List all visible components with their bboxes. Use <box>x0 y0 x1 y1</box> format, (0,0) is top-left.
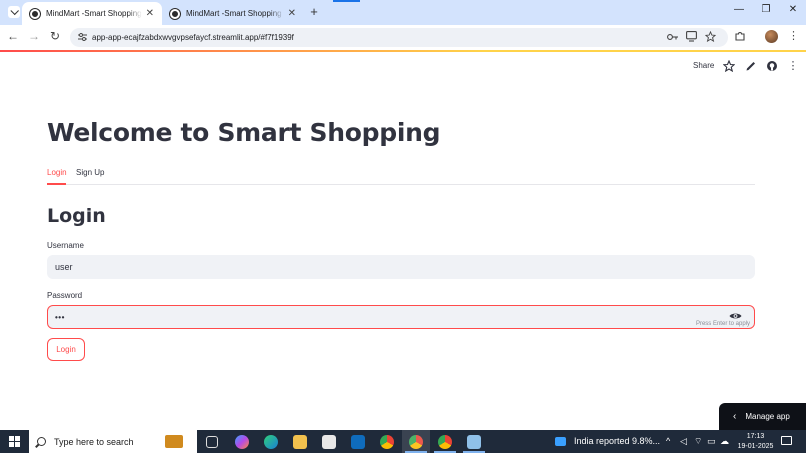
tab-close-icon[interactable]: ✕ <box>288 8 296 19</box>
extensions-icon[interactable] <box>734 30 746 42</box>
username-label: Username <box>47 241 84 250</box>
tab-title: MindMart -Smart Shopping - St <box>46 9 142 18</box>
task-view-icon[interactable] <box>206 436 218 448</box>
news-widget[interactable]: India reported 9.8%... <box>555 436 660 446</box>
browser-menu-icon[interactable]: ⋮ <box>788 29 799 42</box>
tab-sign-up[interactable]: Sign Up <box>76 167 104 185</box>
install-app-icon[interactable] <box>686 31 697 42</box>
edit-icon[interactable] <box>745 60 757 72</box>
system-clock[interactable]: 17:13 19-01-2025 <box>733 432 778 452</box>
manage-app-button[interactable]: ‹ Manage app <box>719 403 806 430</box>
work-briefcase-icon[interactable] <box>165 435 183 448</box>
share-button[interactable]: Share <box>693 61 714 70</box>
active-tab-underline <box>47 183 66 185</box>
news-headline: India reported 9.8%... <box>574 436 661 446</box>
username-input[interactable]: user <box>47 255 755 279</box>
manage-app-label: Manage app <box>745 412 790 421</box>
notepad-icon[interactable] <box>467 435 481 449</box>
login-button[interactable]: Login <box>47 338 85 361</box>
tab-title: MindMart -Smart Shopping - St <box>186 9 284 18</box>
clock-date: 19-01-2025 <box>737 443 774 450</box>
tab-strip-indicator <box>333 0 360 2</box>
browser-tab-active[interactable]: MindMart -Smart Shopping - St ✕ <box>22 2 162 25</box>
browser-tab-strip: MindMart -Smart Shopping - St ✕ MindMart… <box>0 0 806 25</box>
news-icon <box>555 436 566 446</box>
chevron-left-icon: ‹ <box>733 411 737 422</box>
password-input[interactable]: ••• Press Enter to apply <box>47 305 755 329</box>
auth-tabs: Login Sign Up <box>47 167 755 185</box>
reload-button[interactable]: ↻ <box>47 29 63 43</box>
minimize-button[interactable]: — <box>725 4 753 15</box>
tab-close-icon[interactable]: ✕ <box>146 8 154 19</box>
bookmark-star-icon[interactable] <box>705 31 716 42</box>
windows-start-icon[interactable] <box>9 436 20 447</box>
copilot-icon[interactable] <box>235 435 249 449</box>
edge-browser-icon[interactable] <box>264 435 278 449</box>
maximize-button[interactable]: ❐ <box>752 4 780 15</box>
microsoft-store-icon[interactable] <box>322 435 336 449</box>
password-value: ••• <box>55 312 65 322</box>
wifi-icon[interactable]: ⌔ <box>694 436 702 447</box>
site-info-icon[interactable] <box>78 33 87 41</box>
password-label: Password <box>47 291 83 300</box>
outlook-icon[interactable] <box>351 435 365 449</box>
chevron-up-icon[interactable]: ^ <box>666 436 670 446</box>
new-tab-button[interactable]: + <box>306 4 322 19</box>
back-button[interactable]: ← <box>5 29 21 43</box>
file-explorer-icon[interactable] <box>293 435 307 449</box>
streamlit-favicon-icon <box>30 8 40 19</box>
github-icon[interactable] <box>766 60 778 72</box>
streamlit-favicon-icon <box>170 8 180 19</box>
address-bar[interactable]: app-app-ecajfzabdxwvgvpsefaycf.streamlit… <box>70 28 728 47</box>
page-title: Welcome to Smart Shopping <box>47 118 441 147</box>
battery-icon[interactable]: ▭ <box>707 436 716 447</box>
close-window-button[interactable]: ✕ <box>779 4 806 15</box>
browser-toolbar: ← → ↻ app-app-ecajfzabdxwvgvpsefaycf.str… <box>0 25 806 50</box>
browser-tab[interactable]: MindMart -Smart Shopping - St ✕ <box>162 2 304 25</box>
active-app-highlight <box>402 430 430 453</box>
section-title: Login <box>47 205 106 227</box>
show-password-icon[interactable] <box>729 312 742 320</box>
streamlit-decoration-bar <box>0 50 806 52</box>
more-vert-icon[interactable]: ⋮ <box>787 60 799 72</box>
profile-avatar[interactable] <box>765 30 778 43</box>
star-icon[interactable] <box>723 60 735 72</box>
input-hint: Press Enter to apply <box>695 321 750 327</box>
password-key-icon[interactable] <box>667 33 678 41</box>
tab-search-icon[interactable] <box>8 6 20 18</box>
url-text: app-app-ecajfzabdxwvgvpsefaycf.streamlit… <box>92 33 294 42</box>
taskbar-search-placeholder: Type here to search <box>54 436 134 447</box>
forward-button[interactable]: → <box>26 29 42 43</box>
cloud-icon[interactable]: ☁ <box>720 436 729 447</box>
speaker-icon[interactable]: ◁ <box>680 436 687 447</box>
search-icon <box>37 437 46 446</box>
username-value: user <box>55 262 73 272</box>
notification-icon[interactable] <box>781 436 792 445</box>
chrome-icon[interactable] <box>380 435 394 449</box>
clock-time: 17:13 <box>746 433 765 440</box>
chrome-icon[interactable] <box>438 435 452 449</box>
